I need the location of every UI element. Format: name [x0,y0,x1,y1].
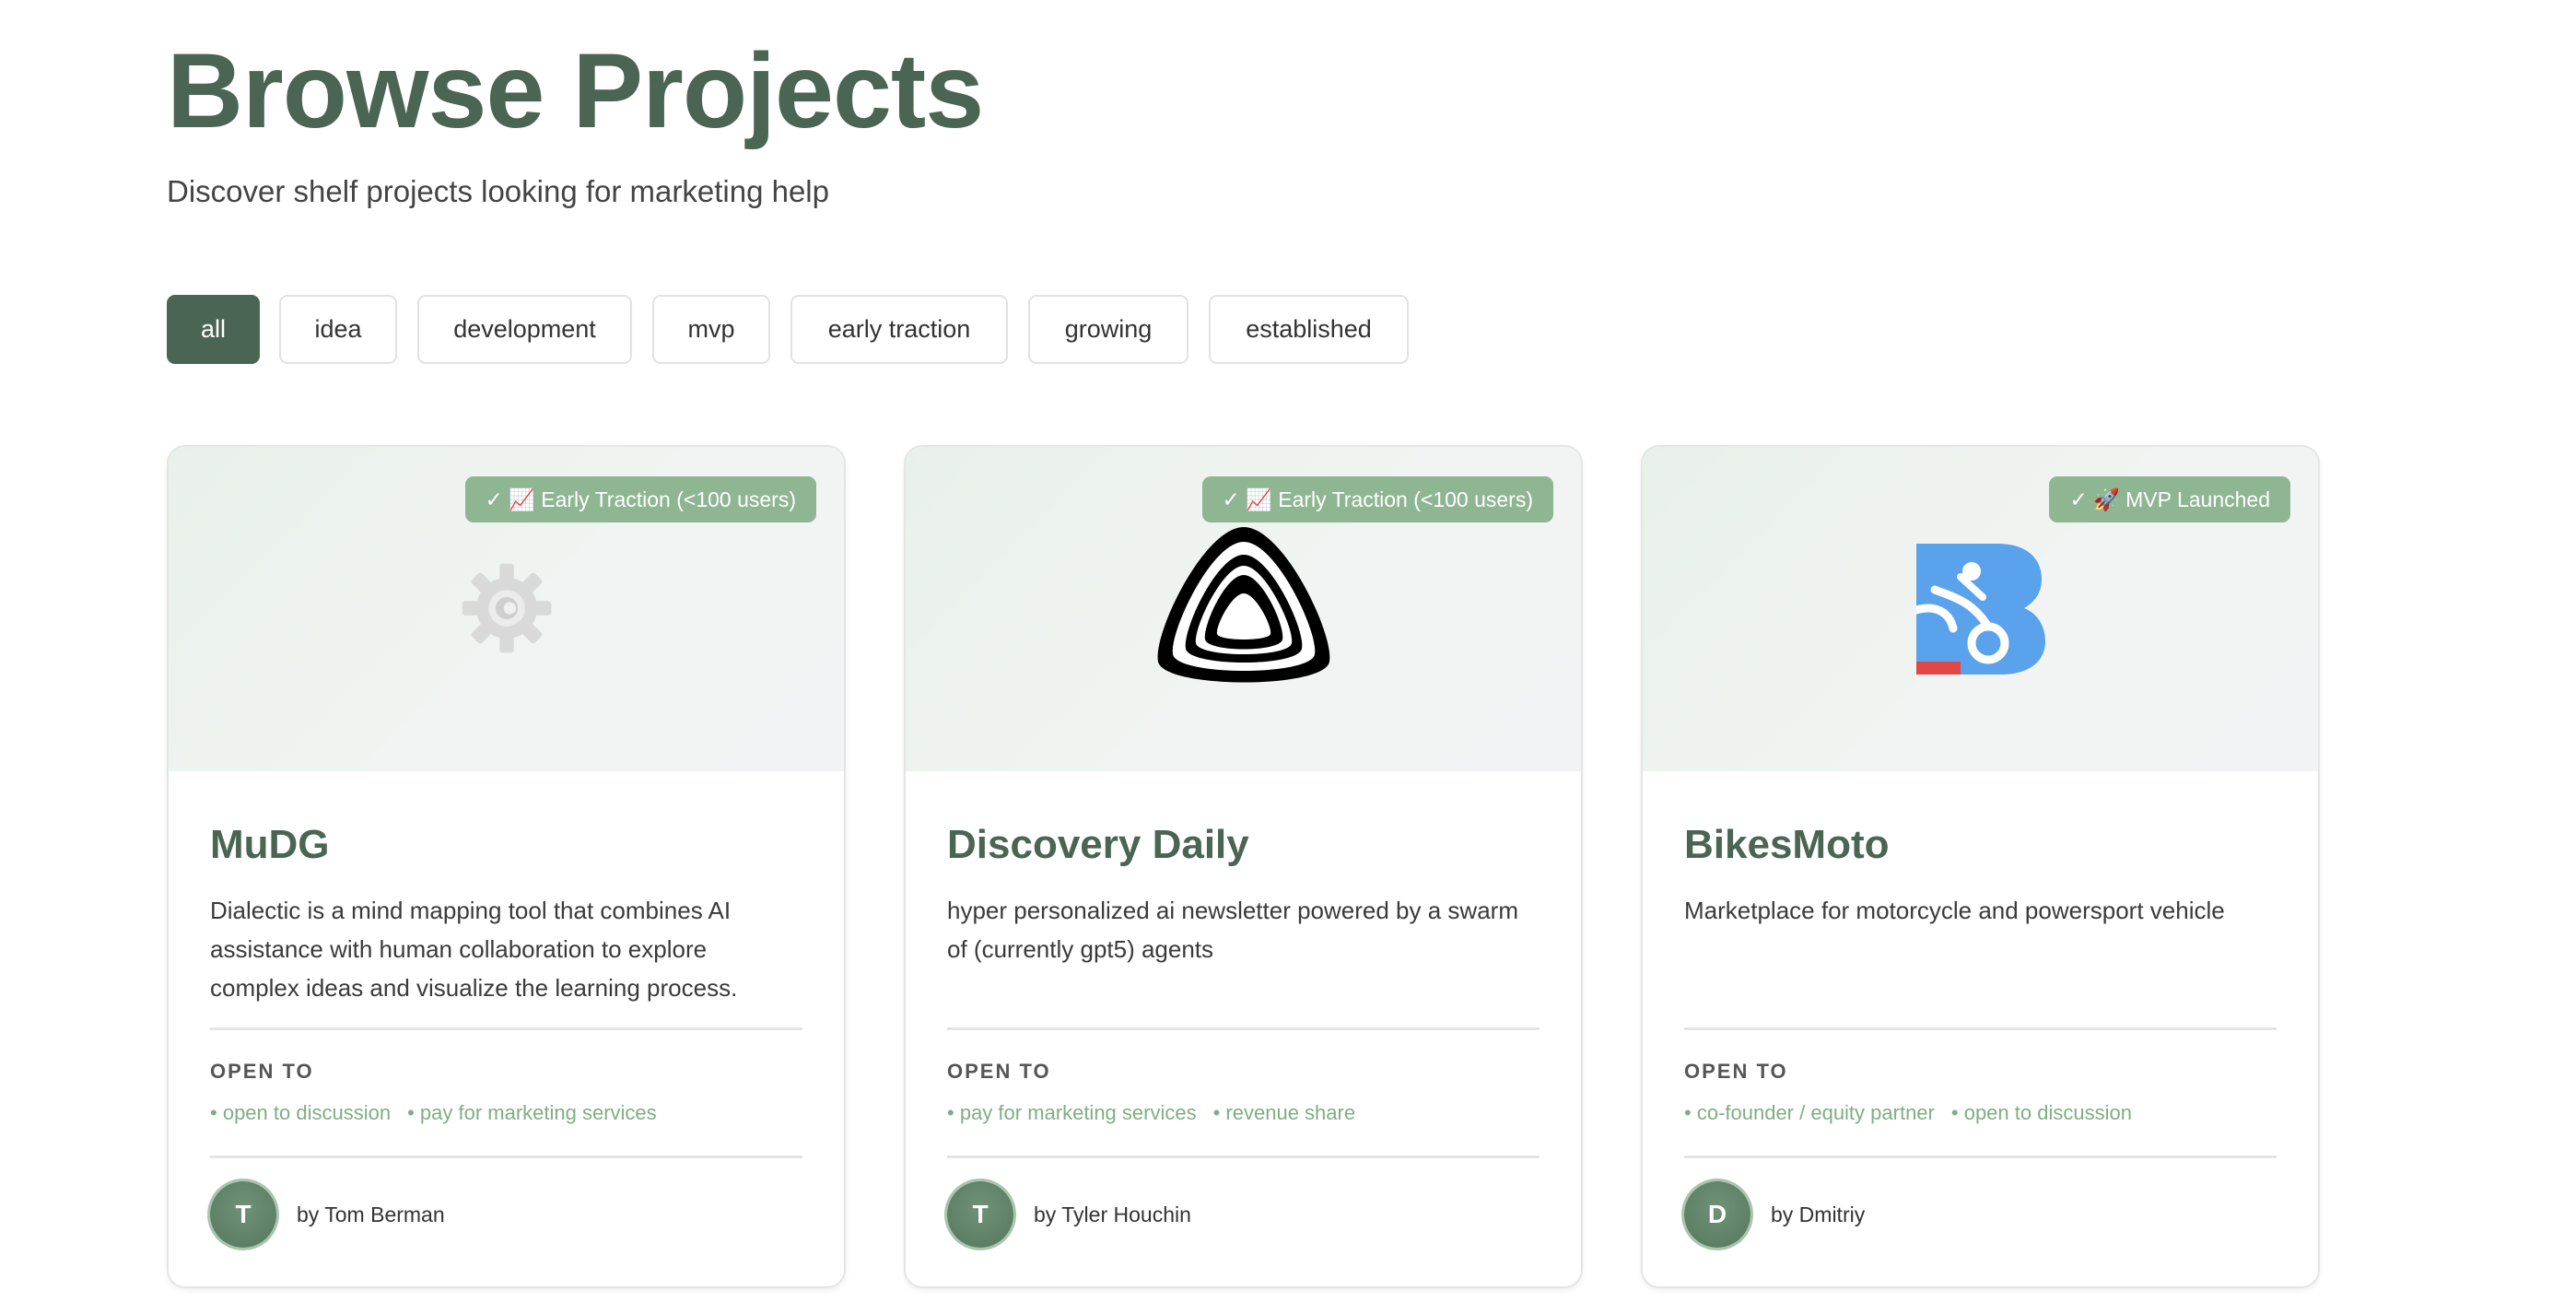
project-author: T by Tom Berman [210,1181,445,1248]
divider [1684,1027,2277,1030]
open-to-tags: pay for marketing services revenue share [947,1101,1355,1125]
avatar: T [210,1181,276,1248]
filter-idea[interactable]: idea [279,295,397,364]
card-hero: ✓ 🚀 MVP Launched [1643,447,2318,771]
stage-badge: ✓ 🚀 MVP Launched [2049,476,2290,522]
open-to-label: OPEN TO [1684,1060,1788,1083]
open-to-tag: open to discussion [210,1101,391,1125]
avatar: T [947,1181,1013,1248]
bikesmoto-b-logo [1912,544,2045,679]
open-to-tag: pay for marketing services [947,1101,1197,1125]
filter-development[interactable]: development [417,295,632,364]
open-to-label: OPEN TO [210,1060,314,1083]
open-to-tags: open to discussion pay for marketing ser… [210,1101,657,1125]
open-to-label: OPEN TO [947,1060,1051,1083]
project-description: hyper personalized ai newsletter powered… [947,897,1518,963]
project-author: D by Dmitriy [1684,1181,1865,1248]
author-name: by Tom Berman [297,1202,445,1226]
divider [210,1156,802,1158]
filter-early-traction[interactable]: early traction [790,295,1008,364]
divider [947,1027,1540,1030]
divider [1684,1156,2277,1158]
divider [210,1027,802,1030]
triangle-swirl-logo [1145,514,1342,703]
author-name: by Dmitriy [1771,1202,1866,1226]
author-name: by Tyler Houchin [1034,1202,1191,1226]
stage-badge: ✓ 📈 Early Traction (<100 users) [464,476,816,522]
open-to-tag: pay for marketing services [407,1101,657,1125]
project-card-mudg[interactable]: ✓ 📈 Early Traction (<100 users) MuDG Dia… [167,445,846,1288]
project-title[interactable]: BikesMoto [1684,822,1889,868]
card-hero: ✓ 📈 Early Traction (<100 users) [906,447,1581,771]
open-to-tags: co-founder / equity partner open to disc… [1684,1101,2132,1125]
page-title: Browse Projects [167,32,984,150]
project-description: Marketplace for motorcycle and powerspor… [1684,897,2225,924]
divider [947,1156,1540,1158]
page-subtitle: Discover shelf projects looking for mark… [167,174,829,208]
project-author: T by Tyler Houchin [947,1181,1191,1248]
open-to-tag: co-founder / equity partner [1684,1101,1935,1125]
project-title[interactable]: Discovery Daily [947,822,1249,868]
open-to-tag: open to discussion [1951,1101,2132,1125]
filter-growing[interactable]: growing [1028,295,1188,364]
project-description: Dialectic is a mind mapping tool that co… [210,897,738,1002]
open-to-tag: revenue share [1213,1101,1355,1125]
gear-icon [456,557,557,663]
filter-established[interactable]: established [1209,295,1409,364]
card-hero: ✓ 📈 Early Traction (<100 users) [169,447,844,771]
project-card-bikesmoto[interactable]: ✓ 🚀 MVP Launched BikesMoto Marketplace f… [1641,445,2320,1288]
project-title[interactable]: MuDG [210,822,330,868]
filter-mvp[interactable]: mvp [652,295,770,364]
filter-all[interactable]: all [167,295,260,364]
avatar: D [1684,1181,1751,1248]
project-card-discovery-daily[interactable]: ✓ 📈 Early Traction (<100 users) Discover… [904,445,1583,1288]
